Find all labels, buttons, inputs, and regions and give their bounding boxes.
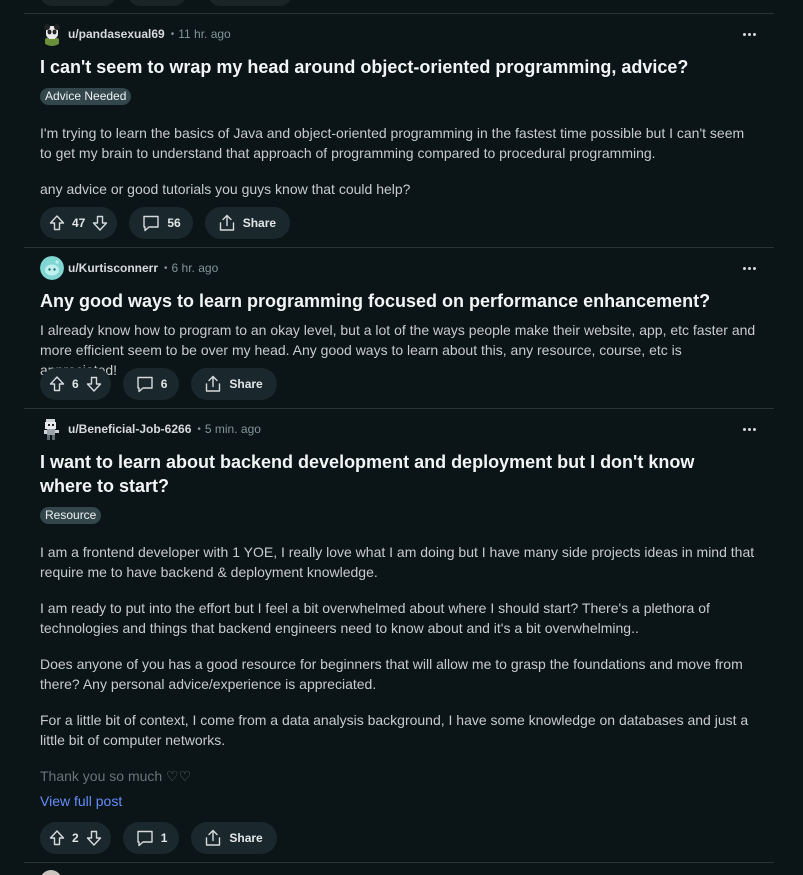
vote-count: 47 xyxy=(72,216,86,230)
post-time: 11 hr. ago xyxy=(178,27,231,41)
post-title[interactable]: Any good ways to learn programming focus… xyxy=(40,289,750,313)
share-button[interactable]: Share xyxy=(191,368,277,400)
post-meta: u/Kurtisconnerr • 6 hr. ago xyxy=(40,256,218,280)
previous-vote-button[interactable] xyxy=(40,0,116,6)
post-actions: 2 1 Share xyxy=(40,822,277,854)
share-label: Share xyxy=(229,831,263,845)
more-options-icon[interactable] xyxy=(740,421,758,437)
previous-post-actions xyxy=(40,0,292,6)
post-title[interactable]: I can't seem to wrap my head around obje… xyxy=(40,55,750,79)
post-feed: u/pandasexual69 • 11 hr. ago I can't see… xyxy=(0,0,803,875)
post-actions: 6 6 Share xyxy=(40,368,277,400)
post-flair[interactable]: Advice Needed xyxy=(40,88,132,105)
post-meta: u/pandasexual69 • 11 hr. ago xyxy=(40,22,231,46)
post-flair[interactable]: Resource xyxy=(40,507,102,524)
vote-control: 6 xyxy=(40,368,111,400)
post-title[interactable]: I want to learn about backend developmen… xyxy=(40,450,750,498)
post-time: 5 min. ago xyxy=(204,422,261,436)
post-divider xyxy=(24,408,774,409)
upvote-icon[interactable] xyxy=(48,829,66,847)
body-paragraph: For a little bit of context, I come from… xyxy=(40,712,749,748)
previous-comments-button[interactable] xyxy=(128,0,186,6)
comments-button[interactable]: 1 xyxy=(122,822,180,854)
snoo-avatar-icon[interactable] xyxy=(40,256,64,280)
panda-avatar-icon[interactable] xyxy=(40,22,64,46)
post-meta: u/Beneficial-Job-6266 • 5 min. ago xyxy=(40,417,261,441)
vote-count: 6 xyxy=(72,377,79,391)
comments-button[interactable]: 56 xyxy=(129,207,193,239)
more-options-icon[interactable] xyxy=(740,260,758,276)
body-paragraph: I am a frontend developer with 1 YOE, I … xyxy=(40,544,755,580)
meta-separator: • xyxy=(197,423,201,435)
meta-separator: • xyxy=(170,28,175,40)
share-icon xyxy=(203,828,223,848)
comment-count: 6 xyxy=(160,377,168,391)
comment-count: 1 xyxy=(160,831,168,845)
comment-icon xyxy=(141,213,161,233)
post-card[interactable]: u/Beneficial-Job-6266 • 5 min. ago I wan… xyxy=(24,417,774,861)
view-full-post-link[interactable]: View full post xyxy=(40,793,122,809)
post-divider xyxy=(24,862,774,863)
vote-control: 2 xyxy=(40,822,111,854)
more-options-icon[interactable] xyxy=(740,26,758,42)
share-icon xyxy=(217,213,237,233)
upvote-icon[interactable] xyxy=(48,214,66,232)
post-card[interactable]: u/Kurtisconnerr • 6 hr. ago Any good way… xyxy=(24,256,774,406)
post-body[interactable]: I'm trying to learn the basics of Java a… xyxy=(40,123,756,215)
body-paragraph: I'm trying to learn the basics of Java a… xyxy=(40,125,745,161)
vote-control: 47 xyxy=(40,207,118,239)
downvote-icon[interactable] xyxy=(85,829,103,847)
username[interactable]: u/pandasexual69 xyxy=(68,27,165,41)
post-divider xyxy=(24,247,774,248)
body-paragraph-faded: Thank you so much ♡♡ xyxy=(40,768,192,784)
vote-count: 2 xyxy=(72,831,79,845)
pixel-avatar-icon[interactable] xyxy=(40,417,64,441)
post-actions: 47 56 Share xyxy=(40,207,291,239)
body-paragraph: I am ready to put into the effort but I … xyxy=(40,600,710,636)
post-body[interactable]: I am a frontend developer with 1 YOE, I … xyxy=(40,542,756,802)
meta-separator: • xyxy=(164,262,168,274)
body-paragraph: Does anyone of you has a good resource f… xyxy=(40,656,743,692)
next-post-avatar[interactable] xyxy=(40,870,62,875)
share-button[interactable]: Share xyxy=(204,207,291,239)
post-divider xyxy=(24,13,774,14)
share-label: Share xyxy=(242,216,277,230)
post-card[interactable]: u/pandasexual69 • 11 hr. ago I can't see… xyxy=(24,22,774,246)
upvote-icon[interactable] xyxy=(48,375,66,393)
comment-count: 56 xyxy=(167,216,181,230)
share-label: Share xyxy=(229,377,263,391)
username[interactable]: u/Beneficial-Job-6266 xyxy=(68,422,191,436)
downvote-icon[interactable] xyxy=(91,214,109,232)
downvote-icon[interactable] xyxy=(85,375,103,393)
previous-share-button[interactable] xyxy=(208,0,292,6)
comment-icon xyxy=(135,828,155,848)
share-button[interactable]: Share xyxy=(191,822,277,854)
share-icon xyxy=(203,374,223,394)
body-paragraph: any advice or good tutorials you guys kn… xyxy=(40,181,411,197)
comments-button[interactable]: 6 xyxy=(122,368,180,400)
post-time: 6 hr. ago xyxy=(171,261,219,275)
username[interactable]: u/Kurtisconnerr xyxy=(68,261,158,275)
comment-icon xyxy=(135,374,155,394)
